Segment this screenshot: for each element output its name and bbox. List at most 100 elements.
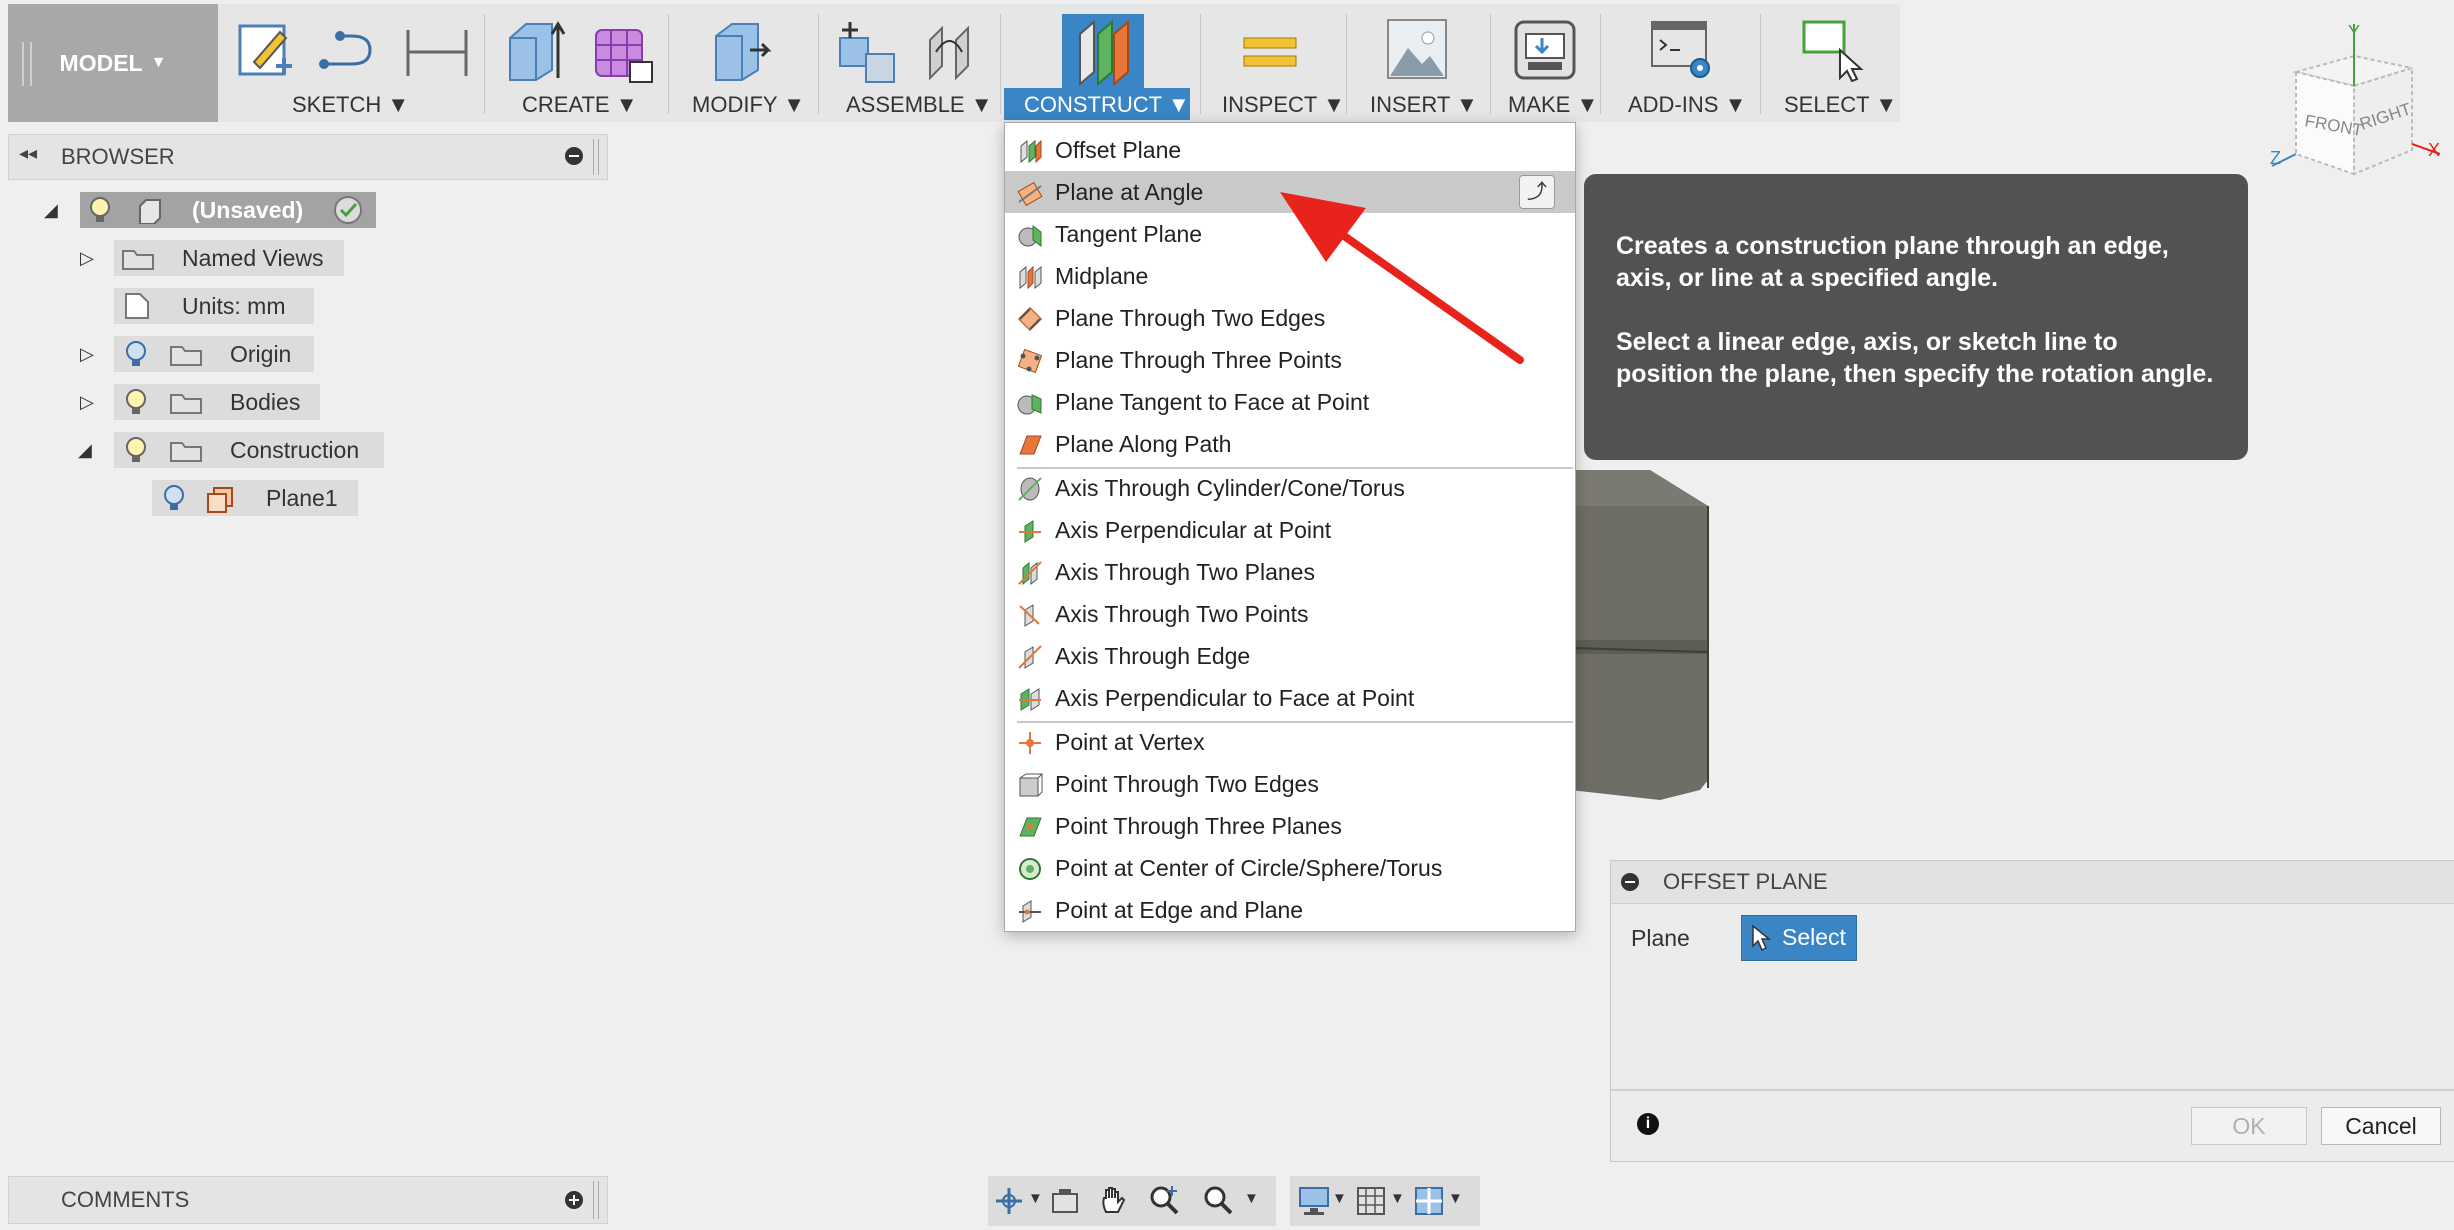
lightbulb-icon[interactable] <box>88 196 112 224</box>
press-pull-icon[interactable] <box>710 18 776 84</box>
browser-item-plane1[interactable]: Plane1 <box>152 480 358 516</box>
browser-item-units[interactable]: Units: mm <box>114 288 314 324</box>
construct-menu-item-label: Plane at Angle <box>1055 178 1204 205</box>
offset-plane-icon <box>1020 139 1042 164</box>
pan-hand-icon[interactable] <box>1098 1184 1128 1216</box>
browser-item-construction[interactable]: Construction <box>114 432 384 468</box>
form-icon[interactable] <box>590 18 656 84</box>
viewports-icon[interactable] <box>1414 1186 1444 1216</box>
construct-menu-label[interactable]: CONSTRUCT ▼ <box>1024 92 1190 118</box>
grid-icon[interactable] <box>1356 1186 1386 1216</box>
extrude-icon[interactable] <box>506 18 568 84</box>
collapse-left-icon[interactable]: ◂◂ <box>19 143 37 164</box>
new-component-icon[interactable] <box>836 18 902 84</box>
select-menu[interactable]: SELECT ▼ <box>1784 92 1897 118</box>
lightbulb-icon[interactable] <box>124 436 148 464</box>
construct-menu-item[interactable]: Axis Through Cylinder/Cone/Torus <box>1005 467 1575 509</box>
construct-menu-item[interactable]: Point Through Two Edges <box>1005 763 1575 805</box>
assemble-menu[interactable]: ASSEMBLE ▼ <box>846 92 993 118</box>
construct-menu-item[interactable]: Plane Tangent to Face at Point <box>1005 381 1575 423</box>
create-menu[interactable]: CREATE ▼ <box>522 92 638 118</box>
construct-button[interactable] <box>1062 14 1144 92</box>
zoom-icon[interactable] <box>1202 1184 1234 1216</box>
lightbulb-icon[interactable] <box>124 388 148 416</box>
expand-arrow-icon[interactable]: ▷ <box>80 392 94 413</box>
expand-arrow-icon[interactable]: ◢ <box>44 200 58 221</box>
zoom-window-icon[interactable] <box>1148 1184 1180 1216</box>
insert-menu[interactable]: INSERT ▼ <box>1370 92 1478 118</box>
construct-menu-item[interactable]: Axis Perpendicular to Face at Point <box>1005 677 1575 719</box>
lightbulb-off-icon[interactable] <box>162 484 186 512</box>
chevron-down-icon[interactable]: ▼ <box>1244 1190 1259 1207</box>
lightbulb-off-icon[interactable] <box>124 340 148 368</box>
look-at-icon[interactable] <box>1050 1186 1080 1216</box>
comments-panel-header[interactable]: COMMENTS <box>8 1176 608 1224</box>
insert-image-icon[interactable] <box>1386 18 1448 80</box>
dimension-icon[interactable] <box>404 24 470 80</box>
panel-grip[interactable] <box>593 139 599 175</box>
plane-select-button[interactable]: Select <box>1741 915 1857 961</box>
scripts-addins-icon[interactable] <box>1650 18 1716 82</box>
construct-menu-item-label: Offset Plane <box>1055 136 1182 163</box>
minimize-icon[interactable] <box>1621 873 1639 891</box>
expand-arrow-icon[interactable]: ▷ <box>80 248 94 269</box>
dialog-header[interactable]: OFFSET PLANE <box>1611 861 2454 904</box>
orbit-icon[interactable] <box>994 1186 1024 1216</box>
chevron-down-icon[interactable]: ▼ <box>1448 1190 1463 1207</box>
panel-grip[interactable] <box>593 1181 599 1219</box>
cancel-button[interactable]: Cancel <box>2321 1107 2441 1145</box>
expand-plus-icon[interactable] <box>565 1191 583 1209</box>
plane-tangent-face-icon <box>1017 394 1042 415</box>
create-sketch-icon[interactable] <box>236 18 296 82</box>
chevron-down-icon[interactable]: ▼ <box>1390 1190 1405 1207</box>
minimize-icon[interactable] <box>565 147 583 165</box>
folder-icon <box>170 442 202 462</box>
construct-menu-item[interactable]: Point Through Three Planes <box>1005 805 1575 847</box>
make-menu[interactable]: MAKE ▼ <box>1508 92 1598 118</box>
joint-icon[interactable] <box>922 18 982 84</box>
construct-menu-item[interactable]: Point at Center of Circle/Sphere/Torus <box>1005 847 1575 889</box>
viewcube[interactable]: FRONT RIGHT Y X Z <box>2258 14 2454 184</box>
folder-icon <box>122 250 154 270</box>
info-icon[interactable]: i <box>1637 1113 1659 1135</box>
browser-panel-header[interactable]: ◂◂ BROWSER <box>8 134 608 180</box>
construct-menu-item-label: Point at Vertex <box>1055 728 1205 755</box>
chevron-down-icon[interactable]: ▼ <box>1028 1190 1043 1207</box>
browser-item-origin[interactable]: Origin <box>114 336 314 372</box>
ok-button[interactable]: OK <box>2191 1107 2307 1145</box>
toolbar-separator <box>818 14 819 114</box>
addins-menu[interactable]: ADD-INS ▼ <box>1628 92 1746 118</box>
box-body[interactable] <box>1570 470 1709 800</box>
construct-menu-item[interactable]: Point at Vertex <box>1005 721 1575 763</box>
construct-menu-item[interactable]: Point at Edge and Plane <box>1005 889 1575 931</box>
construct-menu-item[interactable]: Plane Along Path <box>1005 423 1575 465</box>
expand-arrow-icon[interactable]: ▷ <box>80 344 94 365</box>
browser-item-bodies[interactable]: Bodies <box>114 384 320 420</box>
construct-menu-item[interactable]: Axis Perpendicular at Point <box>1005 509 1575 551</box>
construct-menu-item-label: Point at Edge and Plane <box>1055 896 1304 923</box>
display-settings-icon[interactable] <box>1298 1186 1330 1216</box>
browser-item-label: Units: mm <box>182 292 286 319</box>
measure-icon[interactable] <box>1240 34 1300 70</box>
construct-menu-item[interactable]: Axis Through Two Planes <box>1005 551 1575 593</box>
line-tool-icon[interactable] <box>318 28 384 78</box>
save-check-icon[interactable] <box>332 194 364 226</box>
navigation-bar: ▼ ▼ <box>988 1176 1276 1226</box>
construct-menu-item[interactable]: Axis Through Edge <box>1005 635 1575 677</box>
sketch-menu[interactable]: SKETCH ▼ <box>292 92 409 118</box>
collapse-arrow-icon[interactable]: ◢ <box>78 440 92 461</box>
chevron-down-icon[interactable]: ▼ <box>1332 1190 1347 1207</box>
select-tool-icon[interactable] <box>1800 18 1866 82</box>
construct-menu-item[interactable]: Offset Plane <box>1005 129 1575 171</box>
construct-menu-item[interactable]: Axis Through Two Points <box>1005 593 1575 635</box>
toolbar-separator <box>1490 14 1491 114</box>
display-settings-bar: ▼ ▼ ▼ <box>1290 1176 1480 1226</box>
dialog-title: OFFSET PLANE <box>1663 869 1828 894</box>
browser-item-named-views[interactable]: Named Views <box>114 240 344 276</box>
inspect-menu[interactable]: INSPECT ▼ <box>1222 92 1345 118</box>
select-button-label: Select <box>1782 924 1846 950</box>
toolbar-grip[interactable] <box>22 42 32 86</box>
modify-menu[interactable]: MODIFY ▼ <box>692 92 805 118</box>
workspace-switcher[interactable]: MODEL ▼ <box>8 4 218 122</box>
3d-print-icon[interactable] <box>1512 18 1578 84</box>
